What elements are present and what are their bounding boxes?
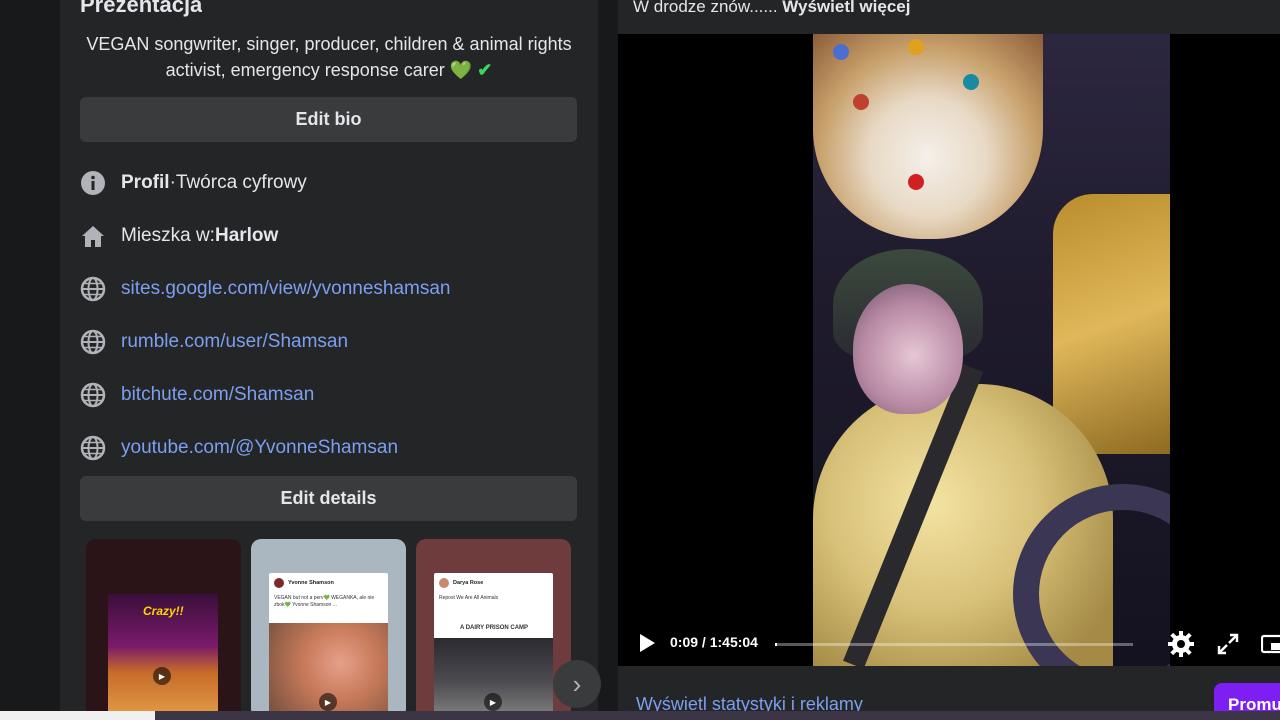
intro-card: Prezentacja VEGAN songwriter, singer, pr… — [60, 0, 601, 720]
bio-text: VEGAN songwriter, singer, producer, chil… — [80, 31, 578, 83]
video-ornament — [813, 34, 1043, 239]
info-row-link-youtube: youtube.com/@YvonneShamsan — [80, 434, 398, 462]
video-controls: 0:09 / 1:45:04 — [618, 622, 1280, 666]
link-rumble[interactable]: rumble.com/user/Shamsan — [121, 331, 348, 353]
story-2-author: Yvonne Shamson — [288, 580, 334, 586]
post-caption: W drodze znów...... Wyświetl więcej — [633, 0, 910, 18]
info-row-link-rumble: rumble.com/user/Shamsan — [80, 328, 348, 356]
time-total: 1:45:04 — [709, 634, 758, 650]
play-icon: ▶ — [484, 693, 502, 711]
scrollbar-thumb[interactable] — [155, 711, 1280, 720]
bio-content: VEGAN songwriter, singer, producer, chil… — [86, 34, 572, 80]
info-row-lives-in: Mieszka w: Harlow — [80, 222, 278, 250]
jewel — [963, 74, 979, 90]
profile-label: Profil — [121, 172, 170, 193]
story-3-header: Darya Rose — [439, 578, 483, 588]
story-3-text: Repost We Are All Animals — [439, 595, 499, 601]
jewel — [908, 174, 924, 190]
home-icon — [80, 223, 106, 249]
settings-icon[interactable] — [1167, 630, 1195, 658]
lives-prefix: Mieszka w: — [121, 225, 215, 246]
car-window — [1053, 194, 1170, 454]
intro-title: Prezentacja — [80, 0, 203, 17]
info-icon — [80, 170, 106, 196]
video-face — [853, 284, 963, 414]
time-display: 0:09 / 1:45:04 — [670, 634, 758, 650]
link-google-sites[interactable]: sites.google.com/view/yvonneshamsan — [121, 278, 451, 300]
play-icon[interactable] — [636, 632, 658, 654]
caption-text: W drodze znów...... — [633, 0, 783, 16]
edit-bio-button[interactable]: Edit bio — [80, 97, 577, 142]
pip-icon[interactable] — [1258, 630, 1280, 658]
avatar — [439, 578, 449, 588]
progress-fill — [775, 643, 777, 646]
story-3-author: Darya Rose — [453, 580, 484, 586]
globe-icon — [80, 382, 106, 408]
story-1-caption: Crazy!! — [143, 604, 184, 618]
video-player[interactable]: 0:09 / 1:45:04 — [618, 34, 1280, 666]
jewel — [908, 39, 924, 55]
globe-icon — [80, 329, 106, 355]
edit-details-label: Edit details — [280, 488, 377, 508]
video-frame — [813, 34, 1170, 666]
fullscreen-icon[interactable] — [1214, 630, 1242, 658]
story-2-header: Yvonne Shamson — [274, 578, 334, 588]
link-youtube[interactable]: youtube.com/@YvonneShamsan — [121, 437, 398, 459]
featured-story-3[interactable]: Darya Rose Repost We Are All Animals A D… — [416, 539, 571, 719]
featured-story-2[interactable]: Yvonne Shamson VEGAN but not a perv💚 WEG… — [251, 539, 406, 719]
profile-value: Twórca cyfrowy — [175, 172, 307, 193]
app-root: Prezentacja VEGAN songwriter, singer, pr… — [0, 0, 1280, 720]
story-1-image: Crazy!! — [108, 594, 218, 719]
time-current: 0:09 — [670, 634, 699, 650]
chevron-right-icon[interactable]: › — [553, 660, 601, 708]
info-row-profile: Profil · Twórca cyfrowy — [80, 169, 307, 197]
post-viewer: W drodze znów...... Wyświetl więcej 0:09… — [618, 0, 1280, 720]
info-row-link-bitchute: bitchute.com/Shamsan — [80, 381, 314, 409]
lives-city[interactable]: Harlow — [215, 225, 278, 247]
link-bitchute[interactable]: bitchute.com/Shamsan — [121, 384, 314, 406]
globe-icon — [80, 435, 106, 461]
see-more-link[interactable]: Wyświetl więcej — [782, 0, 910, 16]
jewel — [833, 44, 849, 60]
globe-icon — [80, 276, 106, 302]
play-icon: ▶ — [153, 667, 171, 685]
story-3-headline: A DAIRY PRISON CAMP — [459, 625, 529, 631]
horizontal-scrollbar[interactable] — [0, 711, 1280, 720]
info-row-link-google: sites.google.com/view/yvonneshamsan — [80, 275, 451, 303]
featured-story-1[interactable]: Crazy!! ▶ — [86, 539, 241, 719]
play-icon: ▶ — [319, 693, 337, 711]
edit-bio-label: Edit bio — [295, 109, 362, 129]
jewel — [853, 94, 869, 110]
page-background — [0, 0, 60, 711]
edit-details-button[interactable]: Edit details — [80, 476, 577, 521]
check-mark-icon: ✔ — [477, 60, 493, 80]
avatar — [274, 578, 284, 588]
progress-bar[interactable] — [775, 643, 1133, 646]
story-2-text: VEGAN but not a perv💚 WEGANKA, ale nie z… — [274, 595, 375, 608]
time-separator: / — [698, 634, 710, 650]
green-heart-icon: 💚 — [449, 60, 473, 80]
